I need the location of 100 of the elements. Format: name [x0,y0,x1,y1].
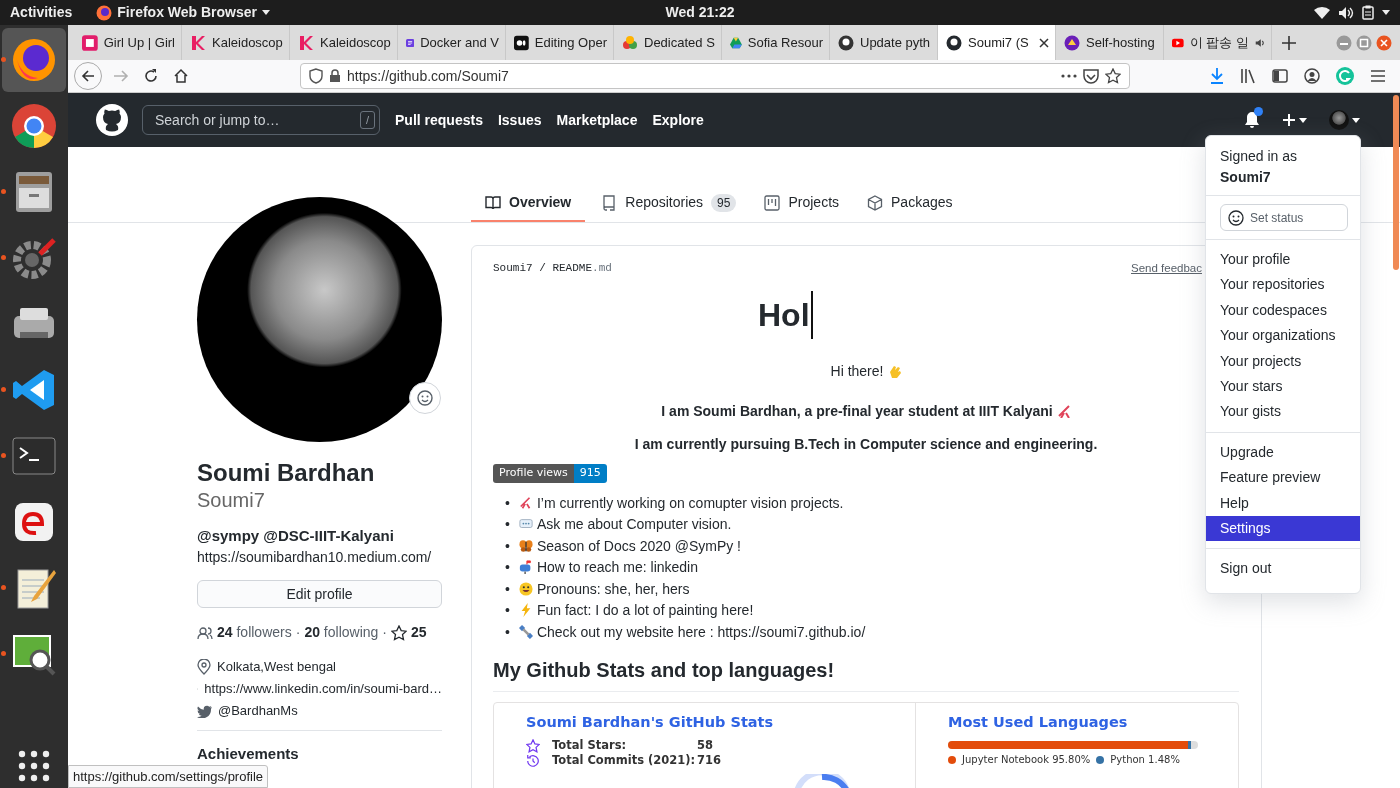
intro-text: I am Soumi Bardhan, a pre-final year student at IIIT Kalyani [661,403,1053,420]
list-item-text: How to reach me: linkedin [536,559,698,576]
signed-in-text: Signed in as Soumi7 [1206,140,1360,196]
download-icon[interactable] [1210,68,1224,84]
app-grid-icon[interactable] [18,750,50,782]
library-icon[interactable] [1240,68,1256,84]
waving-hand-icon [887,364,902,379]
clipboard-icon [1362,5,1374,20]
project-board-icon [764,194,781,211]
nav-link[interactable]: Explore [652,109,704,131]
list-bullet: • [505,537,510,554]
pocket-icon[interactable] [1083,68,1099,84]
menu-item[interactable]: Your organizations [1206,323,1360,349]
caret-icon [1382,10,1390,15]
menu-item[interactable]: Sign out [1206,556,1360,582]
back-arrow-icon [81,69,95,83]
caret-icon [1299,117,1307,123]
lock-icon [329,69,341,83]
nav-link[interactable]: Pull requests [395,109,483,131]
telescope-icon [1056,404,1071,419]
cat-logo-icon[interactable] [96,104,128,136]
search-field[interactable]: Search or jump to… / [142,105,380,135]
site-icon [514,34,529,51]
minimize-icon[interactable] [1336,34,1352,51]
account-icon[interactable] [1304,68,1320,84]
people-icon [197,625,213,640]
menu-item[interactable]: Your stars [1206,374,1360,400]
menu-item[interactable]: Help [1206,490,1360,517]
profile-name: Soumi Bardhan [197,458,376,488]
card-title: Soumi Bardhan's GitHub Stats [526,713,775,733]
separator: · [382,623,387,642]
create-menu-button[interactable] [1282,113,1307,127]
status-url: https://github.com/settings/profile [68,764,269,788]
menu-item[interactable]: Your gists [1206,399,1360,425]
starred-link[interactable]: 25 [391,622,427,643]
linkedin-link[interactable]: https://www.linkedin.com/in/soumi-bard… [204,678,442,700]
nav-link[interactable]: Issues [497,109,542,131]
nav-link[interactable]: Marketplace [556,109,638,131]
separator: · [295,623,301,642]
menu-item[interactable]: Your projects [1206,348,1360,375]
new-tab-icon[interactable] [1282,35,1296,50]
caret-icon [1352,117,1360,123]
menu-item[interactable]: Upgrade [1206,439,1360,466]
profile-tab[interactable]: Repositories 95 [587,185,751,222]
stat-label: Total Stars: [552,738,628,753]
stat-value: 58 [697,738,713,753]
followers-link[interactable]: 24 followers [217,622,292,643]
satellite-icon [518,624,533,639]
location-text: Kolkata,West bengal [217,658,336,676]
education-text: I am currently pursuing B.Tech in Computer science and engineering. [634,436,1098,453]
language-label: Python 1.48% [1110,753,1180,767]
scrollbar-thumb[interactable] [1393,95,1399,270]
profile-tab[interactable]: Overview [471,185,586,222]
profile-tab[interactable]: Packages [853,185,967,222]
star-icon[interactable] [1105,68,1121,84]
stat-label: Total Commits (2021): [552,753,697,768]
profile-tab[interactable]: Projects [750,185,854,222]
star-icon [391,624,407,641]
book-icon [485,194,501,211]
browser-icon [10,36,58,84]
maximize-icon[interactable] [1356,34,1372,51]
text-link[interactable]: linkedin [650,559,698,576]
menu-item[interactable]: Your codespaces [1206,297,1360,324]
list-item-text: Ask me about Computer vision. [536,516,732,533]
package-icon [867,194,884,211]
card-title: Most Used Languages [948,713,1129,733]
wifi-icon [1314,5,1330,20]
search-input[interactable]: Search or jump to… [153,108,360,132]
text-link[interactable]: https://soumi7.github.io/ [717,623,866,640]
list-bullet: • [505,623,510,640]
following-link[interactable]: 20 following [304,622,379,643]
status-emoji-button[interactable] [409,382,441,414]
menu-icon[interactable] [1370,69,1386,83]
list-bullet: • [505,580,510,597]
shield-icon [309,68,323,84]
edit-profile-button[interactable]: Edit profile [197,580,442,608]
twitter-link[interactable]: @BardhanMs [218,700,298,722]
close-icon[interactable] [1039,37,1049,48]
set-status-button[interactable]: Set status [1220,204,1348,231]
menu-item[interactable]: Your repositories [1206,272,1360,298]
readme-file-path: Soumi7 / README.md [493,261,612,277]
app-menu[interactable]: Firefox Web Browser [96,2,271,23]
clock[interactable]: Wed 21:22 [665,4,735,20]
more-icon[interactable] [1061,74,1077,78]
mailbox-icon [518,560,533,575]
menu-item[interactable]: Settings [1206,516,1360,542]
sidebar-icon[interactable] [1272,69,1288,83]
list-item-text: I’m currently working on comupter vision projects. [536,494,844,511]
website-link[interactable]: https://soumibardhan10.medium.com/ [197,546,442,568]
browser-tab[interactable]: Soumi7 (S [938,25,1056,60]
menu-item[interactable]: Feature preview [1206,465,1360,491]
account-menu-button[interactable] [1329,110,1360,130]
feedback-link[interactable]: Send feedbac [1131,260,1202,278]
site-icon [622,34,638,51]
menu-item[interactable]: Your profile [1206,247,1360,273]
list-bullet: • [505,559,510,576]
activities-button[interactable]: Activities [10,2,73,23]
address-bar[interactable]: https://github.com/Soumi7 [300,63,1130,89]
reload-icon [143,68,159,84]
list-item-text: Check out my website here : https://soumi7.github.io/ [536,623,866,640]
